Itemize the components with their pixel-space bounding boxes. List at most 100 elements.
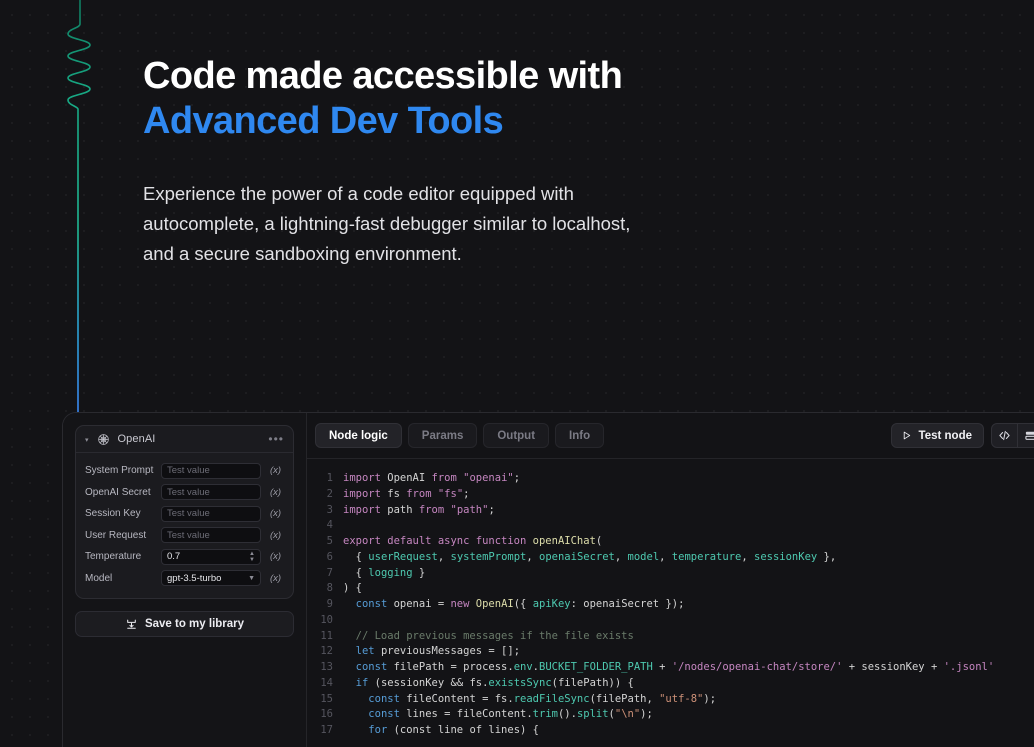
code-line: 15 const fileContent = fs.readFileSync(f…	[307, 692, 1034, 708]
line-number: 6	[326, 550, 333, 563]
code-token: const	[368, 708, 400, 721]
code-line: 6 { userRequest, systemPrompt, openaiSec…	[307, 550, 1034, 566]
expression-toggle-icon[interactable]: (x)	[267, 487, 284, 498]
code-token: "\n"	[614, 708, 641, 721]
code-token: "openai"	[463, 472, 514, 484]
code-token: sessionKey	[754, 550, 818, 563]
code-line: 4	[307, 518, 1034, 534]
code-line-text: import fs from "fs";	[343, 487, 1034, 503]
code-token: },	[817, 550, 837, 563]
temperature-stepper[interactable]: 0.7 ▲ ▼	[161, 548, 261, 565]
tab-output[interactable]: Output	[483, 423, 550, 448]
hero-description: Experience the power of a code editor eq…	[143, 183, 631, 264]
field-row-model: Model gpt-3.5-turbo ▼ (x)	[85, 568, 284, 590]
openai-secret-input[interactable]: Test value	[161, 484, 261, 501]
view-mode-toggle-group	[991, 423, 1034, 448]
code-line: 17 for (const line of lines) {	[307, 723, 1034, 739]
code-token: let	[355, 645, 375, 658]
code-token: model	[627, 550, 660, 563]
code-token: split	[576, 708, 609, 721]
code-line-text: const filePath = process.env.BUCKET_FOLD…	[343, 660, 1034, 676]
system-prompt-input[interactable]: Test value	[161, 462, 261, 479]
code-token: ,	[741, 550, 754, 563]
code-line-text: let previousMessages = [];	[343, 644, 1034, 660]
code-line: 7 { logging }	[307, 566, 1034, 582]
expression-toggle-icon[interactable]: (x)	[267, 551, 284, 562]
model-select[interactable]: gpt-3.5-turbo ▼	[161, 570, 261, 587]
code-token: );	[703, 692, 717, 705]
code-line-text: { logging }	[343, 566, 1034, 582]
code-editor-panel: Node logic Params Output Info Test node	[307, 413, 1034, 747]
save-to-library-label: Save to my library	[144, 618, 245, 630]
code-line: 1 import OpenAI from "openai";	[307, 471, 1034, 487]
code-token: userRequest	[368, 550, 438, 563]
hero-section: Code made accessible with Advanced Dev T…	[143, 54, 843, 269]
test-node-label: Test node	[918, 429, 972, 442]
code-token: lines = fileContent.	[399, 708, 533, 721]
code-token: ,	[659, 550, 672, 563]
code-token: const	[355, 661, 388, 673]
save-to-library-button[interactable]: Save to my library	[75, 611, 294, 637]
tab-info[interactable]: Info	[555, 423, 605, 448]
code-token: (	[595, 535, 603, 547]
expression-toggle-icon[interactable]: (x)	[267, 573, 284, 584]
line-number: 14	[320, 676, 333, 689]
tab-node-logic[interactable]: Node logic	[315, 423, 402, 448]
page-title: Code made accessible with Advanced Dev T…	[143, 54, 843, 144]
stepper-arrows-icon[interactable]: ▲ ▼	[249, 551, 255, 563]
code-token: BUCKET_FOLDER_PATH	[539, 661, 653, 673]
split-layout-icon[interactable]	[1017, 424, 1034, 447]
play-icon	[903, 431, 910, 440]
page-title-line-2: Advanced Dev Tools	[143, 100, 504, 142]
code-token: fs	[380, 487, 407, 500]
line-number: 13	[320, 661, 333, 673]
code-line-text: import path from "path";	[343, 503, 1034, 519]
code-token: // Load previous messages if the file ex…	[343, 629, 634, 642]
editor-toolbar: Node logic Params Output Info Test node	[307, 413, 1034, 459]
expression-toggle-icon[interactable]: (x)	[267, 530, 284, 541]
code-line: 16 const lines = fileContent.trim().spli…	[307, 707, 1034, 723]
chevron-down-icon[interactable]: ▼	[248, 575, 255, 582]
code-line: 2 import fs from "fs";	[307, 487, 1034, 503]
expression-toggle-icon[interactable]: (x)	[267, 508, 284, 519]
code-brackets-icon[interactable]	[992, 424, 1017, 447]
code-token: openAIChat	[532, 535, 596, 547]
editor-toolbar-actions: Test node	[890, 423, 1034, 448]
tab-params[interactable]: Params	[407, 423, 478, 448]
model-value: gpt-3.5-turbo	[167, 572, 222, 584]
code-token: ;	[463, 487, 470, 500]
code-line-text: const fileContent = fs.readFileSync(file…	[343, 692, 1034, 708]
code-token: openaiSecret	[539, 550, 615, 563]
code-line: 13 const filePath = process.env.BUCKET_F…	[307, 660, 1034, 676]
code-token: "fs"	[437, 487, 464, 500]
spring-line-decoration	[67, 0, 91, 426]
session-key-input[interactable]: Test value	[161, 505, 261, 522]
code-area[interactable]: 1 import OpenAI from "openai"; 2 import fs …	[307, 459, 1034, 747]
code-token: (filePath,	[589, 692, 660, 705]
test-node-button[interactable]: Test node	[890, 423, 984, 448]
code-token: "path"	[450, 503, 489, 516]
code-token: +	[652, 661, 672, 673]
user-request-input[interactable]: Test value	[161, 527, 261, 544]
code-token: (const line of lines) {	[387, 724, 539, 736]
node-card-header[interactable]: ▾ OpenAI •••	[76, 426, 293, 453]
code-token: OpenAI	[475, 598, 514, 610]
code-line: 12 let previousMessages = [];	[307, 644, 1034, 660]
code-token: ;	[513, 472, 521, 484]
code-token: ,	[437, 550, 451, 563]
node-menu-icon[interactable]: •••	[268, 433, 284, 445]
node-config-panel: ▾ OpenAI ••• System Prompt Test value (x…	[63, 413, 307, 747]
code-line-text: for (const line of lines) {	[343, 723, 1034, 739]
expression-toggle-icon[interactable]: (x)	[267, 465, 284, 476]
code-line-text: export default async function openAIChat…	[343, 534, 1034, 550]
collapse-caret-icon[interactable]: ▾	[85, 437, 89, 444]
code-token: + sessionKey +	[842, 661, 944, 673]
line-number: 7	[326, 566, 333, 579]
line-number: 10	[320, 613, 333, 626]
code-token: export default async function	[343, 535, 533, 547]
code-token: from	[406, 487, 432, 500]
